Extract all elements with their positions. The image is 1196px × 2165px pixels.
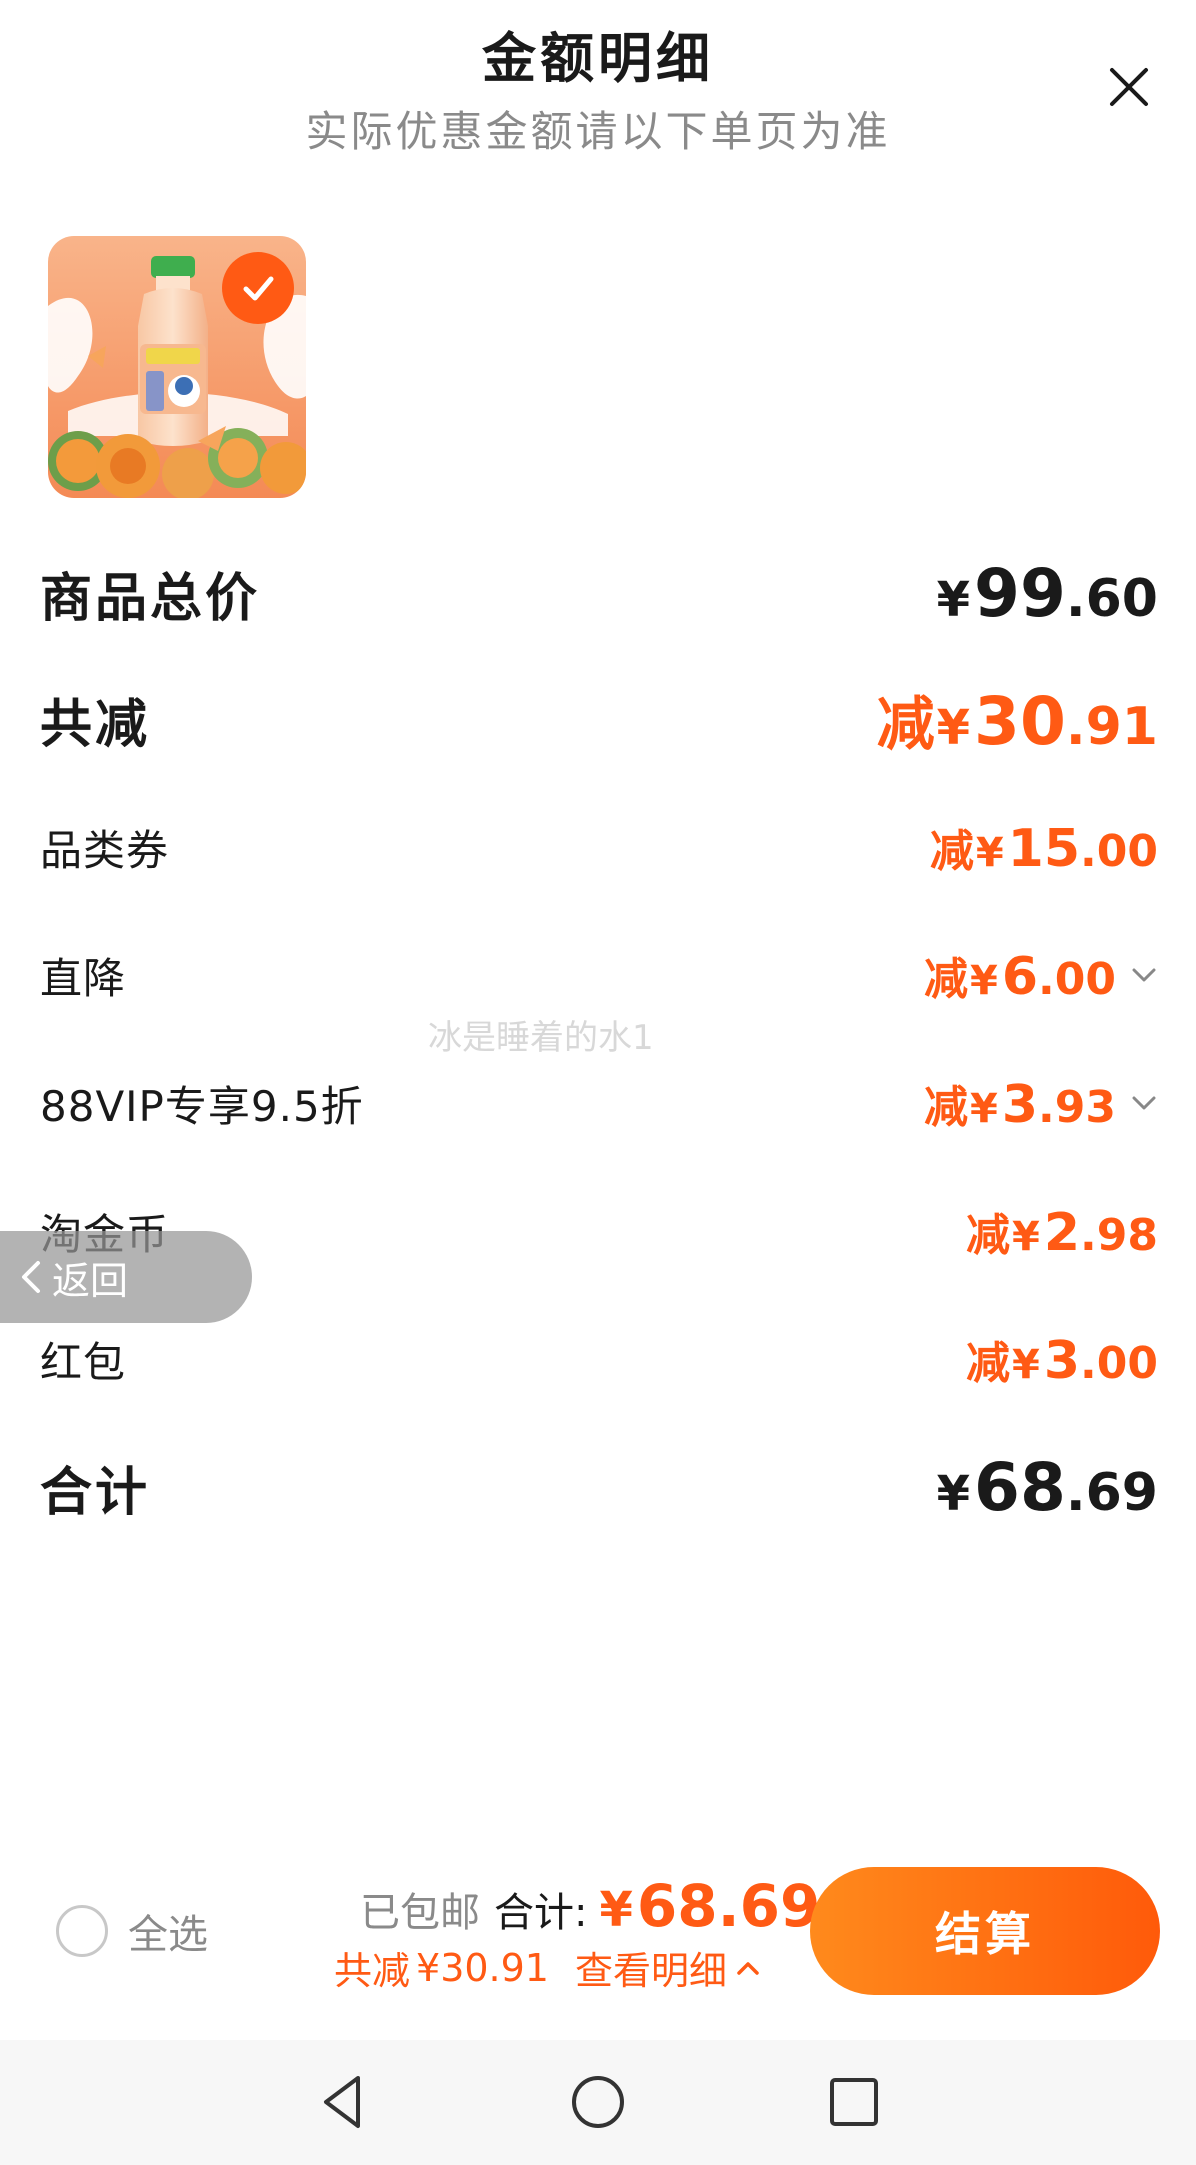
recents-square-icon[interactable]	[822, 2070, 886, 2134]
subtotal-row: 商品总价 ¥ 99 .60	[40, 548, 1158, 638]
minus-prefix: 减	[924, 954, 969, 1005]
currency-symbol: ¥	[936, 1465, 971, 1522]
currency-symbol: ¥	[975, 830, 1004, 876]
amount-decimal: .00	[1080, 1338, 1158, 1389]
free-shipping-label: 已包邮	[360, 1890, 480, 1936]
amount-decimal: .60	[1065, 568, 1158, 629]
chevron-up-icon	[737, 1961, 759, 1975]
view-details-link[interactable]: 共减 ¥30.91 查看明细	[334, 1940, 763, 1995]
total-row: 合计 ¥ 68 .69	[40, 1442, 1158, 1532]
select-all-label: 全选	[128, 1912, 208, 1958]
currency-symbol: ¥	[936, 571, 971, 628]
select-all-toggle[interactable]: 全选	[56, 1902, 208, 1960]
amount-integer: 6	[1001, 947, 1039, 1007]
bottom-total-summary: 已包邮 合计: ¥ 68.69	[360, 1872, 820, 1940]
currency-symbol: ¥	[970, 1086, 998, 1132]
watermark-text: 冰是睡着的水1	[428, 1018, 654, 1058]
red-packet-row: 红包 减 ¥ 3 .00	[40, 1314, 1158, 1404]
currency-symbol: ¥	[1012, 1214, 1040, 1260]
view-details-label: 查看明细	[574, 1949, 727, 1993]
coins-amount: 减 ¥ 2 .98	[966, 1199, 1158, 1263]
amount-decimal: .93	[1038, 1082, 1116, 1133]
amount-integer: 3	[1001, 1075, 1039, 1135]
discount-total-row: 共减 减 ¥ 30 .91	[40, 674, 1158, 764]
amount-integer: 3	[1043, 1331, 1081, 1391]
checkmark-icon	[243, 276, 274, 301]
back-triangle-icon[interactable]	[312, 2070, 376, 2134]
currency-symbol: ¥	[970, 958, 998, 1004]
bottom-total-label: 合计:	[494, 1890, 588, 1936]
amount-integer: 68	[974, 1448, 1066, 1526]
direct-discount-label: 直降	[40, 953, 127, 1003]
back-button-label: 返回	[52, 1258, 129, 1303]
chevron-down-icon[interactable]	[1130, 1089, 1158, 1117]
close-icon	[1110, 68, 1148, 106]
amount-decimal: .00	[1080, 826, 1158, 877]
amount-integer: 2	[1043, 1203, 1081, 1263]
home-circle-icon[interactable]	[566, 2070, 630, 2134]
vip-discount-label: 88VIP专享9.5折	[40, 1081, 364, 1131]
amount-decimal: .00	[1038, 954, 1116, 1005]
amount-integer: 15	[1007, 819, 1081, 879]
chevron-down-icon[interactable]	[1130, 961, 1158, 989]
system-nav-bar	[0, 2040, 1196, 2165]
amount-integer: 30	[974, 683, 1066, 760]
red-packet-amount: 减 ¥ 3 .00	[966, 1327, 1158, 1391]
amount-integer: 99	[974, 554, 1066, 632]
bottom-total-value: 68.69	[636, 1872, 821, 1940]
chevron-left-icon	[22, 1261, 40, 1293]
category-coupon-row: 品类券 减 ¥ 15 .00	[40, 802, 1158, 892]
subtotal-label: 商品总价	[40, 568, 261, 629]
vip-discount-amount: 减 ¥ 3 .93	[924, 1071, 1158, 1135]
discount-total-label: 共减	[40, 694, 151, 755]
back-button[interactable]: 返回	[0, 1231, 252, 1323]
amount-decimal: .91	[1065, 697, 1158, 757]
amount-decimal: .98	[1080, 1210, 1158, 1261]
page-subtitle: 实际优惠金额请以下单页为准	[305, 107, 891, 156]
amount-decimal: .69	[1065, 1462, 1158, 1523]
bottom-discount-label: 共减	[334, 1949, 411, 1993]
bottom-discount-value: ¥30.91	[416, 1945, 549, 1990]
discount-total-amount: 减 ¥ 30 .91	[877, 677, 1158, 761]
direct-discount-amount: 减 ¥ 6 .00	[924, 943, 1158, 1007]
direct-discount-row[interactable]: 直降 减 ¥ 6 .00	[40, 930, 1158, 1020]
currency-symbol: ¥	[1012, 1342, 1040, 1388]
total-label: 合计	[40, 1462, 151, 1523]
select-all-radio[interactable]	[56, 1905, 108, 1957]
minus-prefix: 减	[929, 826, 974, 877]
minus-prefix: 减	[966, 1210, 1011, 1261]
checkout-button[interactable]: 结算	[810, 1867, 1160, 1995]
minus-prefix: 减	[924, 1082, 969, 1133]
minus-prefix: 减	[966, 1338, 1011, 1389]
close-button[interactable]	[1104, 62, 1154, 112]
vip-discount-row[interactable]: 88VIP专享9.5折 减 ¥ 3 .93	[40, 1058, 1158, 1148]
red-packet-label: 红包	[40, 1337, 127, 1387]
product-thumbnail[interactable]	[48, 236, 306, 498]
bottom-total-currency: ¥	[599, 1882, 633, 1938]
selected-check-badge	[222, 252, 294, 324]
total-amount: ¥ 68 .69	[937, 1449, 1158, 1526]
category-coupon-label: 品类券	[40, 825, 170, 875]
page-title: 金额明细	[482, 27, 714, 90]
category-coupon-amount: 减 ¥ 15 .00	[930, 815, 1158, 879]
currency-symbol: ¥	[936, 700, 971, 756]
subtotal-amount: ¥ 99 .60	[937, 555, 1158, 632]
minus-prefix: 减	[876, 690, 935, 758]
